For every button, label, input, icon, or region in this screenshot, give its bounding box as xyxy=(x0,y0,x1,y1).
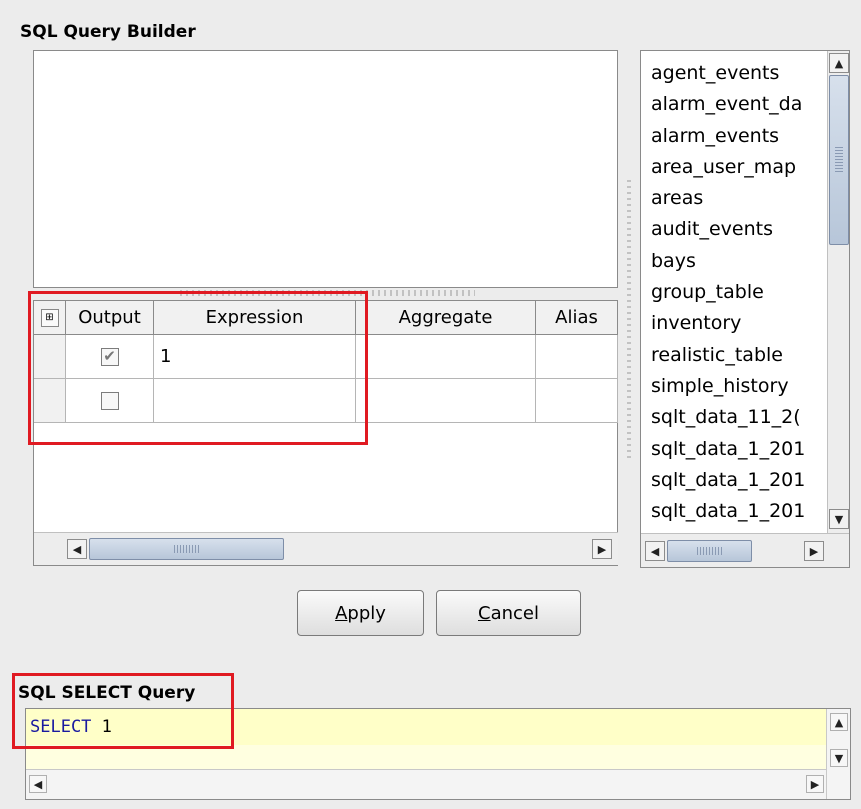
scroll-thumb[interactable] xyxy=(89,538,284,560)
scroll-right-icon[interactable]: ▶ xyxy=(806,775,824,793)
grid-highlight-box xyxy=(28,291,368,445)
table-list-item[interactable]: simple_history xyxy=(641,371,827,402)
scroll-thumb[interactable] xyxy=(829,75,849,245)
scroll-left-icon[interactable]: ◀ xyxy=(67,539,87,559)
apply-button[interactable]: Apply xyxy=(297,590,424,636)
builder-title: SQL Query Builder xyxy=(20,22,196,42)
table-list-item[interactable]: sqlt_data_11_2( xyxy=(641,402,827,433)
query-horizontal-scrollbar[interactable]: ◀ ▶ xyxy=(26,769,826,799)
table-list-item[interactable]: alarm_event_da xyxy=(641,89,827,120)
tables-horizontal-scrollbar[interactable]: ◀ ▶ xyxy=(641,533,849,567)
cancel-button[interactable]: Cancel xyxy=(436,590,581,636)
column-header-alias[interactable]: Alias xyxy=(536,301,618,335)
table-list-item[interactable]: audit_events xyxy=(641,214,827,245)
table-list-item[interactable]: sqlt_data_1_201 xyxy=(641,465,827,496)
table-list-item[interactable]: area_user_map xyxy=(641,152,827,183)
alias-cell[interactable] xyxy=(536,379,618,423)
table-list-item[interactable]: realistic_table xyxy=(641,340,827,371)
scroll-right-icon[interactable]: ▶ xyxy=(804,541,824,561)
grip-icon xyxy=(835,147,843,173)
table-list-item[interactable]: group_table xyxy=(641,277,827,308)
alias-cell[interactable] xyxy=(536,335,618,379)
query-vertical-scrollbar[interactable]: ▲ ▼ xyxy=(826,709,850,799)
tables-vertical-scrollbar[interactable]: ▲ ▼ xyxy=(827,51,849,533)
grid-horizontal-scrollbar[interactable]: ◀ ▶ xyxy=(34,532,618,565)
aggregate-cell[interactable] xyxy=(356,379,536,423)
table-list-item[interactable]: agent_events xyxy=(641,58,827,89)
apply-label: pply xyxy=(347,602,386,624)
table-list-item[interactable]: bays xyxy=(641,246,827,277)
column-header-aggregate[interactable]: Aggregate xyxy=(356,301,536,335)
query-highlight-box xyxy=(12,673,234,749)
vertical-splitter[interactable] xyxy=(627,180,631,460)
table-list-item[interactable]: inventory xyxy=(641,308,827,339)
table-list-item[interactable]: sqlt_data_1_201 xyxy=(641,434,827,465)
cancel-mnemonic: C xyxy=(478,602,491,624)
aggregate-cell[interactable] xyxy=(356,335,536,379)
tables-list: agent_events alarm_event_da alarm_events ar… xyxy=(640,50,850,568)
scroll-thumb[interactable] xyxy=(667,540,752,562)
diagram-pane[interactable] xyxy=(33,50,618,288)
scroll-up-icon[interactable]: ▲ xyxy=(829,53,849,73)
scroll-left-icon[interactable]: ◀ xyxy=(29,775,47,793)
scroll-down-icon[interactable]: ▼ xyxy=(830,749,848,767)
scroll-down-icon[interactable]: ▼ xyxy=(829,509,849,529)
scroll-up-icon[interactable]: ▲ xyxy=(830,713,848,731)
grip-icon xyxy=(173,545,200,553)
cancel-label: ancel xyxy=(490,602,539,624)
scroll-left-icon[interactable]: ◀ xyxy=(645,541,665,561)
table-list-item[interactable]: areas xyxy=(641,183,827,214)
apply-mnemonic: A xyxy=(335,602,348,624)
table-list-item[interactable]: sqlt_data_1_201 xyxy=(641,496,827,527)
scroll-right-icon[interactable]: ▶ xyxy=(592,539,612,559)
grip-icon xyxy=(696,547,723,555)
table-list-item[interactable]: alarm_events xyxy=(641,121,827,152)
